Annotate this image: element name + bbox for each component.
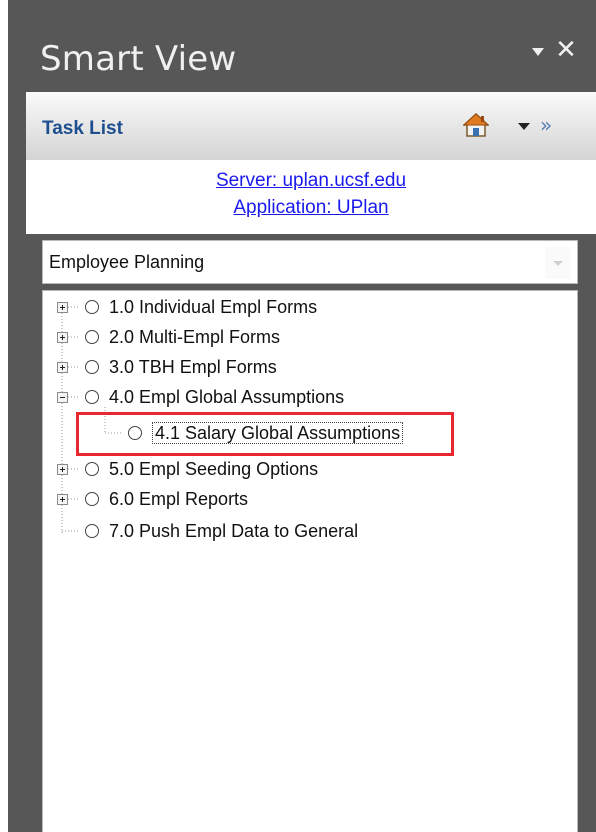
task-list-select-value: Employee Planning xyxy=(49,252,205,272)
plus-box-icon[interactable] xyxy=(57,494,68,505)
double-chevron-right-icon[interactable]: » xyxy=(540,114,570,136)
plus-box-icon[interactable] xyxy=(57,302,68,313)
radio-icon[interactable] xyxy=(85,524,99,538)
plus-box-icon[interactable] xyxy=(57,362,68,373)
radio-icon[interactable] xyxy=(85,390,99,404)
task-list-chevron-down-icon[interactable] xyxy=(518,123,530,130)
panel-title-bar: Smart View ✕ xyxy=(8,0,596,92)
plus-box-icon[interactable] xyxy=(57,332,68,343)
select-chevron-down-icon[interactable] xyxy=(545,247,571,279)
tree-item-5[interactable]: 5.0 Empl Seeding Options xyxy=(109,454,318,484)
radio-icon[interactable] xyxy=(85,462,99,476)
minus-box-icon[interactable] xyxy=(57,392,68,403)
smart-view-panel: Smart View ✕ Task List » Server: uplan.u… xyxy=(8,0,596,832)
connection-info: Server: uplan.ucsf.edu Application: UPla… xyxy=(26,160,596,234)
task-tree: 1.0 Individual Empl Forms 2.0 Multi-Empl… xyxy=(42,290,578,832)
task-list-label: Task List xyxy=(42,118,123,139)
panel-title: Smart View xyxy=(40,39,237,79)
radio-icon[interactable] xyxy=(85,492,99,506)
application-link[interactable]: Application: UPlan xyxy=(26,197,596,219)
selection-highlight-box xyxy=(76,412,454,456)
tree-item-7[interactable]: 7.0 Push Empl Data to General xyxy=(109,516,358,546)
panel-menu-chevron-down-icon[interactable] xyxy=(532,48,544,56)
tree-item-4[interactable]: 4.0 Empl Global Assumptions xyxy=(109,382,344,412)
home-icon[interactable] xyxy=(463,112,489,138)
plus-box-icon[interactable] xyxy=(57,464,68,475)
close-icon[interactable]: ✕ xyxy=(554,37,578,63)
radio-icon[interactable] xyxy=(85,330,99,344)
server-link[interactable]: Server: uplan.ucsf.edu xyxy=(26,170,596,192)
radio-icon[interactable] xyxy=(85,300,99,314)
radio-icon[interactable] xyxy=(85,360,99,374)
tree-item-1[interactable]: 1.0 Individual Empl Forms xyxy=(109,292,317,322)
tree-item-3[interactable]: 3.0 TBH Empl Forms xyxy=(109,352,277,382)
task-list-header: Task List » xyxy=(26,92,596,160)
tree-item-2[interactable]: 2.0 Multi-Empl Forms xyxy=(109,322,280,352)
tree-item-6[interactable]: 6.0 Empl Reports xyxy=(109,484,248,514)
task-list-select[interactable]: Employee Planning xyxy=(42,240,578,284)
